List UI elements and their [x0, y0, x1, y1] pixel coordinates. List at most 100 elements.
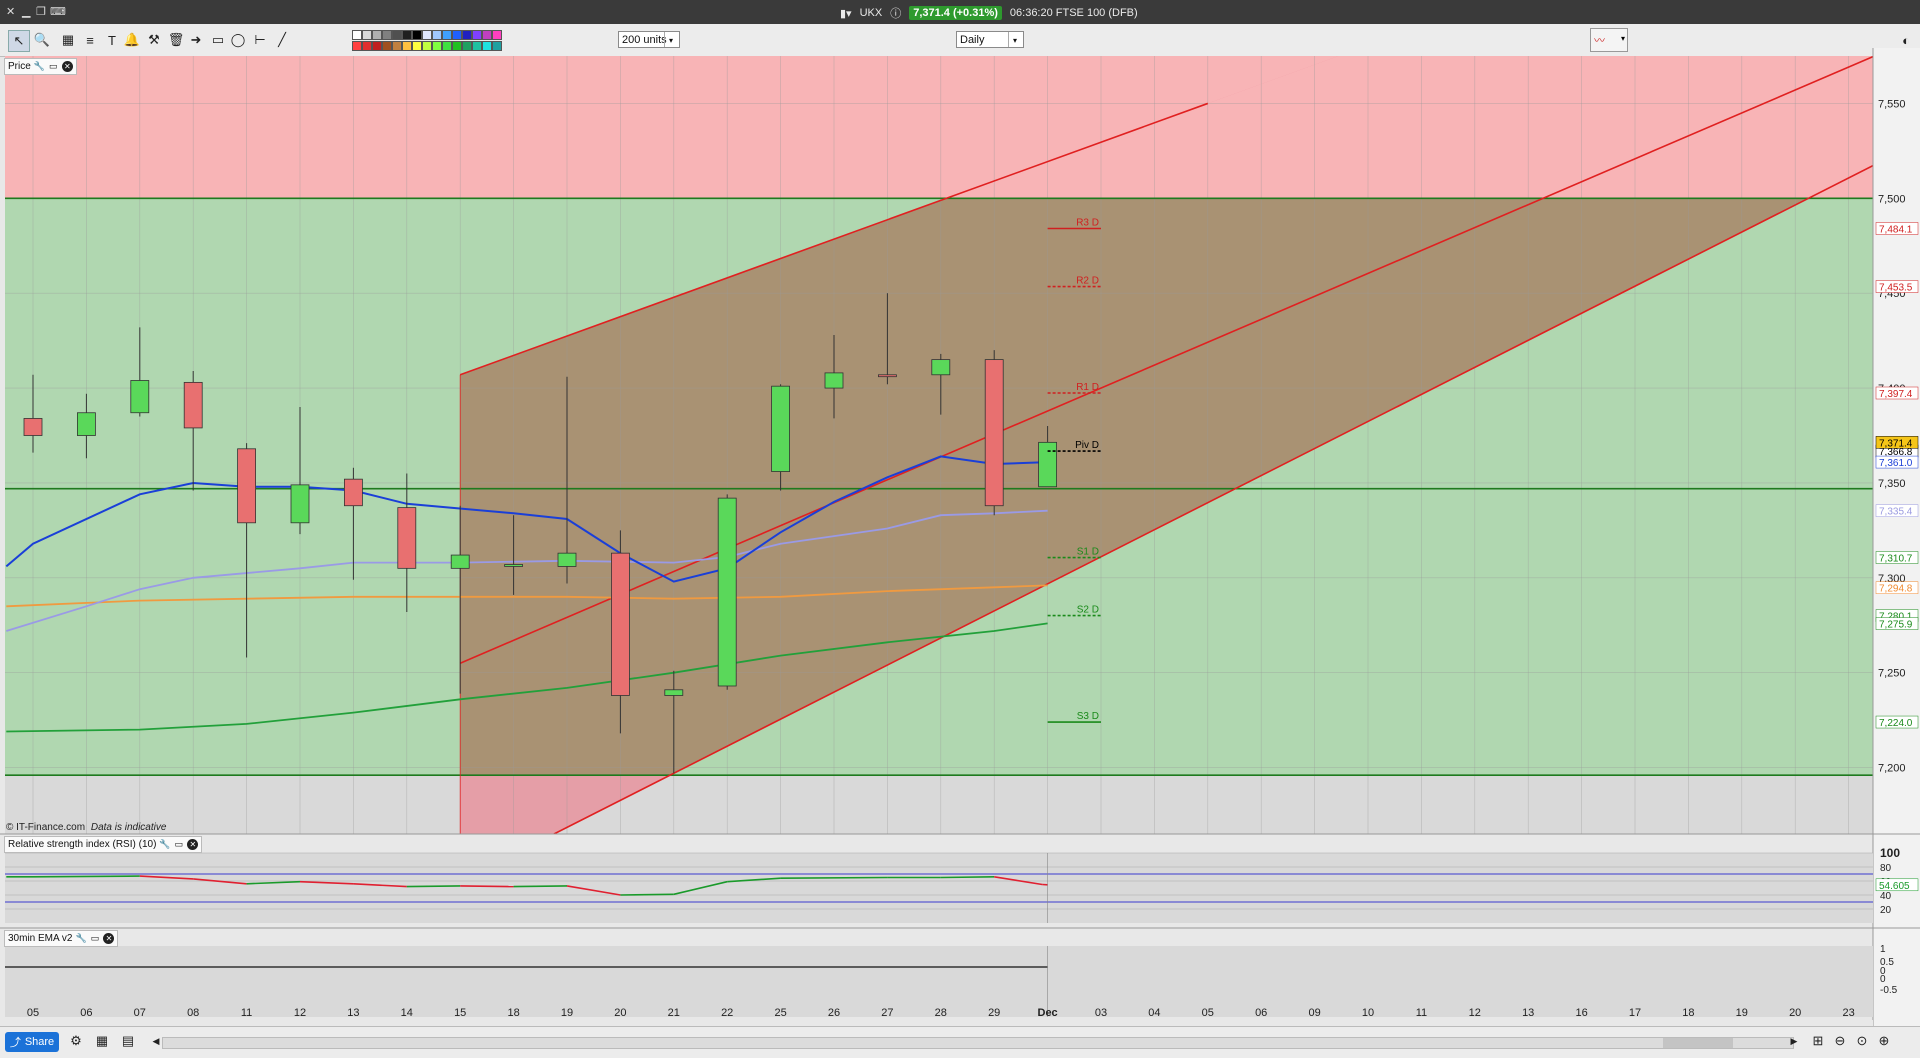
- minimize-window-icon[interactable]: ▁: [22, 5, 30, 18]
- color-swatch[interactable]: [432, 30, 442, 40]
- chart-style-icon: 〰: [1594, 32, 1605, 48]
- zoom-range-icon[interactable]: ⊙: [1852, 1031, 1872, 1051]
- scrollbar-thumb[interactable]: [1663, 1038, 1733, 1048]
- wrench-icon[interactable]: 🔧: [75, 933, 86, 944]
- maximize-icon[interactable]: ▭: [48, 61, 59, 72]
- color-swatch[interactable]: [462, 30, 472, 40]
- color-swatch[interactable]: [472, 30, 482, 40]
- chevron-down-icon: ▾: [1008, 32, 1021, 47]
- color-swatch[interactable]: [402, 30, 412, 40]
- color-swatch[interactable]: [392, 30, 402, 40]
- zoom-icon[interactable]: 🔍: [32, 30, 52, 50]
- rsi-line-segment: [33, 876, 140, 877]
- zoom-fit-icon[interactable]: ⊞: [1808, 1031, 1828, 1051]
- rsi-panel: 1008060402054.605: [5, 846, 1918, 923]
- candle-body: [611, 553, 629, 695]
- pivot-label: R1 D: [1076, 382, 1099, 393]
- candle-body: [772, 386, 790, 471]
- rsi-background: [5, 853, 1873, 923]
- rectangle-icon[interactable]: ▭: [208, 30, 228, 50]
- maximize-icon[interactable]: ▭: [89, 933, 100, 944]
- price-badge: 7,371.4 (+0.31%): [909, 6, 1002, 20]
- rsi-line-segment: [514, 886, 567, 887]
- x-tick-label: 07: [134, 1007, 146, 1019]
- scroll-right-icon[interactable]: ▶: [1784, 1031, 1804, 1051]
- price-label: 7,310.7: [1879, 554, 1913, 565]
- color-swatch[interactable]: [492, 30, 502, 40]
- share-label: Share: [25, 1036, 54, 1048]
- share-button[interactable]: ⤴ Share: [5, 1032, 59, 1052]
- rsi-line-segment: [407, 886, 460, 887]
- color-swatch[interactable]: [382, 30, 392, 40]
- zoom-out-icon[interactable]: ⊖: [1830, 1031, 1850, 1051]
- color-swatch[interactable]: [412, 30, 422, 40]
- price-tick-label: 7,500: [1878, 193, 1906, 205]
- save-icon[interactable]: ▤: [118, 1031, 138, 1051]
- horizontal-scrollbar[interactable]: [162, 1037, 1794, 1049]
- close-window-icon[interactable]: ✕: [6, 5, 15, 18]
- watermark-note: Data is indicative: [91, 822, 167, 833]
- arrow-icon[interactable]: ➜: [186, 30, 206, 50]
- color-swatch[interactable]: [372, 30, 382, 40]
- x-tick-label: 11: [241, 1007, 252, 1019]
- table-icon[interactable]: ▦: [92, 1031, 112, 1051]
- x-tick-label: 20: [1789, 1007, 1801, 1019]
- delete-icon[interactable]: 🗑: [166, 30, 186, 50]
- status-bar: ⤴ Share ⚙ ▦ ▤ ◀ ▶ ⊞ ⊖ ⊙ ⊕: [0, 1026, 1920, 1058]
- pivot-label: R3 D: [1076, 217, 1099, 228]
- color-swatch[interactable]: [442, 30, 452, 40]
- wrench-icon[interactable]: 🔧: [159, 839, 170, 850]
- interval-select[interactable]: Daily ▾: [956, 31, 1024, 48]
- ema-tick-label: 0: [1880, 974, 1886, 985]
- trend-line-icon[interactable]: ╱: [272, 30, 292, 50]
- close-icon[interactable]: ✕: [187, 839, 198, 850]
- color-swatch[interactable]: [352, 30, 362, 40]
- info-icon[interactable]: ⓘ: [890, 5, 901, 21]
- candle-body: [932, 360, 950, 375]
- candle-body: [558, 553, 576, 566]
- x-tick-label: 28: [935, 1007, 947, 1019]
- x-tick-label: 05: [1202, 1007, 1214, 1019]
- x-tick-label: 16: [1575, 1007, 1587, 1019]
- x-tick-label: 22: [721, 1007, 733, 1019]
- color-swatch[interactable]: [422, 30, 432, 40]
- color-swatch[interactable]: [482, 30, 492, 40]
- chart-type-icon[interactable]: ▮▾: [840, 7, 852, 20]
- x-tick-label: 12: [294, 1007, 306, 1019]
- color-swatch[interactable]: [362, 30, 372, 40]
- color-swatch[interactable]: [452, 30, 462, 40]
- x-tick-label: 09: [1308, 1007, 1320, 1019]
- price-tick-label: 7,250: [1878, 668, 1906, 680]
- settings-icon[interactable]: ⚙: [66, 1031, 86, 1051]
- candle-body: [718, 498, 736, 686]
- ema-tick-label: 1: [1880, 944, 1886, 955]
- units-select[interactable]: 200 units ▾: [618, 31, 680, 48]
- candle-body: [398, 508, 416, 569]
- zoom-in-icon[interactable]: ⊕: [1874, 1031, 1894, 1051]
- candle-body: [1039, 442, 1057, 486]
- close-icon[interactable]: ✕: [62, 61, 73, 72]
- side-panel-icon[interactable]: ◐: [1896, 30, 1916, 50]
- restore-window-icon[interactable]: ❐: [36, 5, 46, 18]
- ellipse-icon[interactable]: ◯: [228, 30, 248, 50]
- candle-body: [665, 690, 683, 696]
- price-label: 7,371.4: [1879, 438, 1913, 449]
- fibonacci-icon[interactable]: ≡: [80, 30, 100, 50]
- alert-bell-icon[interactable]: 🔔: [122, 30, 142, 50]
- share-icon: ⤴: [10, 1034, 21, 1050]
- x-tick-label: 13: [1522, 1007, 1534, 1019]
- wrench-icon[interactable]: 🔧: [34, 61, 45, 72]
- chart-area[interactable]: R3 DR2 DR1 DPiv DS1 DS2 DS3 D7,2007,2507…: [0, 48, 1920, 1026]
- close-icon[interactable]: ✕: [103, 933, 114, 944]
- x-tick-label: 12: [1469, 1007, 1481, 1019]
- keyboard-icon[interactable]: ⌨: [50, 5, 66, 18]
- x-tick-label: 04: [1148, 1007, 1160, 1019]
- pivot-label: S2 D: [1077, 605, 1099, 616]
- chevron-down-icon: ▾: [1621, 34, 1625, 43]
- horizontal-line-icon[interactable]: ⊢: [250, 30, 270, 50]
- x-tick-label: 14: [401, 1007, 413, 1019]
- maximize-icon[interactable]: ▭: [173, 839, 184, 850]
- text-icon[interactable]: T: [102, 30, 122, 50]
- tools-icon[interactable]: ⚒: [144, 30, 164, 50]
- indicator-icon[interactable]: ▦: [58, 30, 78, 50]
